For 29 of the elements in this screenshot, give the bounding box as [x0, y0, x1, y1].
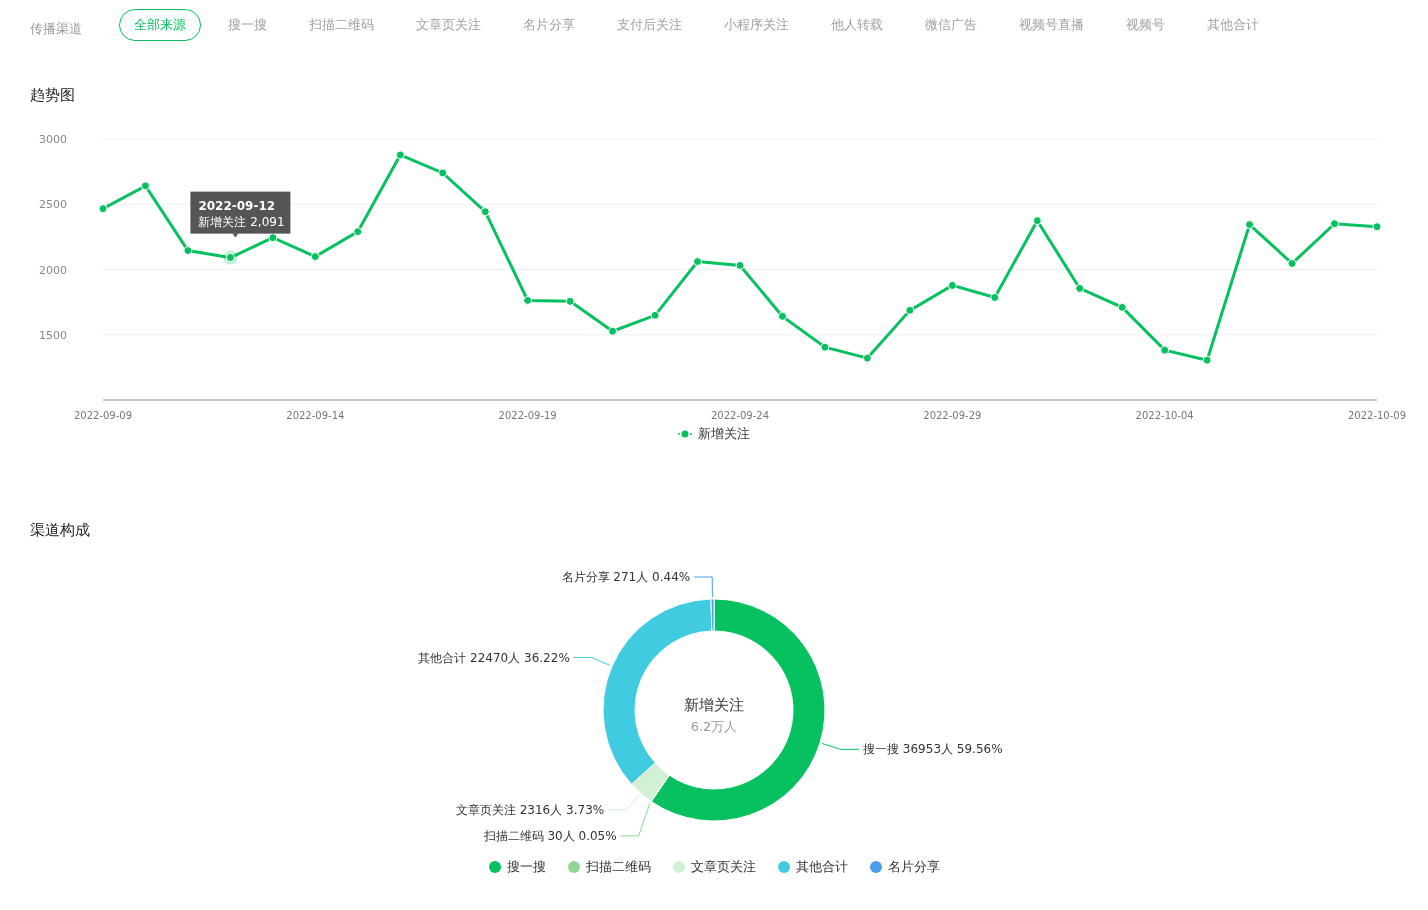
y-tick-label: 2500	[39, 198, 67, 212]
y-tick-label: 1500	[39, 328, 67, 342]
x-tick-label: 2022-09-24	[710, 410, 770, 421]
slice-label: 其他合计 22470人 36.22%	[418, 650, 570, 665]
slice-label: 文章页关注 2316人 3.73%	[455, 802, 605, 817]
legend-label: 搜一搜	[506, 858, 546, 876]
section-title: 渠道构成	[29, 521, 91, 540]
slice-label: 扫描二维码 30人 0.05%	[483, 828, 617, 843]
tooltip-value: 新增关注 2,091	[198, 214, 285, 229]
legend-label: 其他合计	[795, 858, 848, 876]
legend-label: 扫描二维码	[585, 858, 651, 876]
donut-center-value: 6.2万人	[690, 719, 738, 734]
section-title: 趋势图	[29, 86, 76, 105]
legend-label: 文章页关注	[690, 858, 756, 876]
legend-label: 新增关注	[698, 425, 750, 443]
y-tick-label: 3000	[39, 133, 67, 146]
slice-label: 搜一搜 36953人 59.56%	[863, 742, 1003, 757]
legend-label: 名片分享	[887, 858, 940, 876]
x-tick-label: 2022-09-09	[73, 410, 133, 421]
donut-center-title: 新增关注	[684, 696, 744, 714]
x-tick-label: 2022-10-04	[1135, 410, 1194, 421]
x-tick-label: 2022-09-14	[286, 410, 345, 421]
filter-label: 传播渠道	[30, 20, 82, 38]
x-tick-label: 2022-10-09	[1347, 410, 1407, 421]
x-tick-label: 2022-09-19	[498, 410, 557, 421]
tooltip-date: 2022-09-12	[198, 198, 276, 213]
slice-label: 名片分享 271人 0.44%	[561, 570, 691, 584]
y-tick-label: 2000	[39, 263, 67, 277]
x-tick-label: 2022-09-29	[923, 410, 982, 421]
